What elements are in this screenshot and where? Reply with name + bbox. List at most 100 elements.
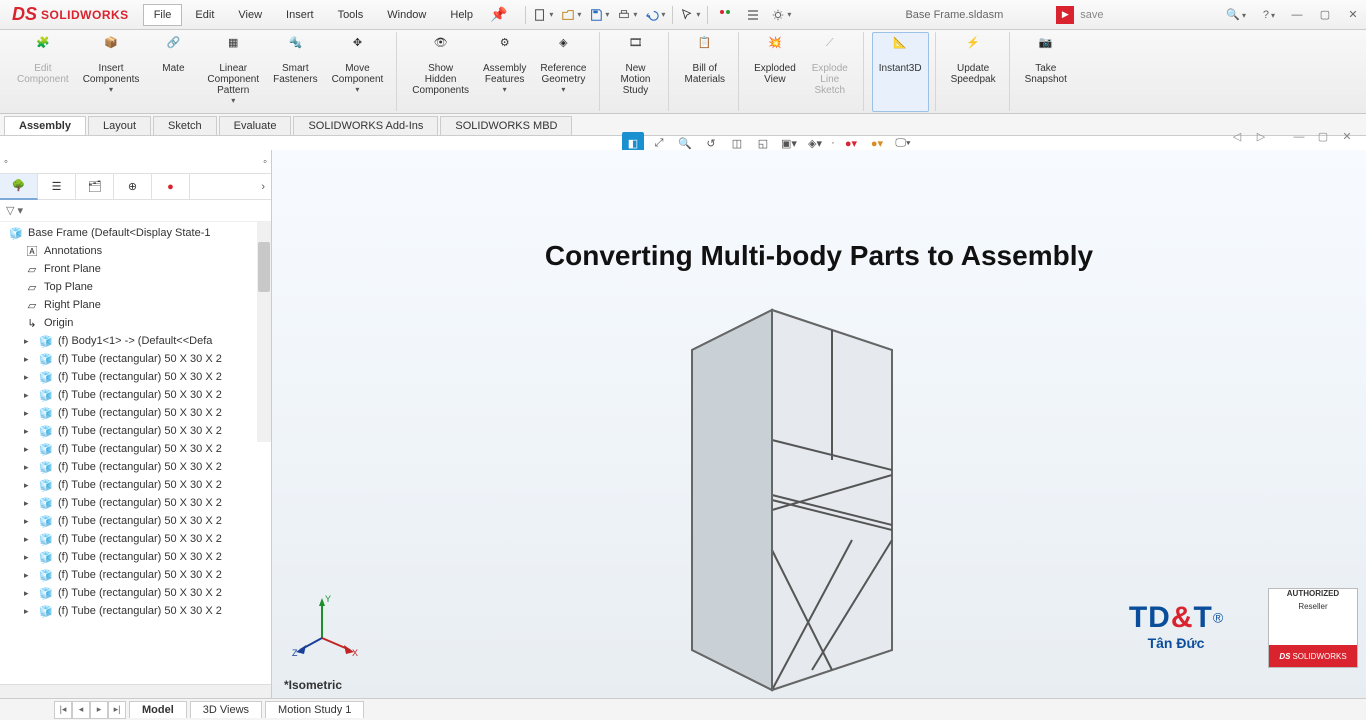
- tree-tube-item[interactable]: ▸🧊(f) Tube (rectangular) 50 X 30 X 2: [4, 530, 271, 548]
- tree-tube-item[interactable]: ▸🧊(f) Tube (rectangular) 50 X 30 X 2: [4, 458, 271, 476]
- exploded-view-button[interactable]: 💥Exploded View: [747, 32, 803, 112]
- part-icon: 🧊: [38, 567, 54, 583]
- tab-next[interactable]: ▸: [90, 701, 108, 719]
- tree-top-plane[interactable]: ▱Top Plane: [4, 278, 271, 296]
- linear-pattern-button[interactable]: ▦Linear Component Pattern▾: [200, 32, 266, 112]
- tree-hscrollbar[interactable]: [0, 684, 271, 698]
- menu-file[interactable]: File: [143, 4, 183, 26]
- tab-addins[interactable]: SOLIDWORKS Add-Ins: [293, 116, 438, 135]
- tree-body1[interactable]: ▸🧊(f) Body1<1> -> (Default<<Defa: [4, 332, 271, 350]
- tree-root[interactable]: 🧊Base Frame (Default<Display State-1: [4, 224, 271, 242]
- tab-prev[interactable]: ◂: [72, 701, 90, 719]
- configuration-tab[interactable]: 🗂: [76, 174, 114, 200]
- tree-tube-item[interactable]: ▸🧊(f) Tube (rectangular) 50 X 30 X 2: [4, 386, 271, 404]
- feature-manager-panel: ◦ ◦ 🌳 ☰ 🗂 ⊕ ● › ▽ ▾ 🧊Base Frame (Default…: [0, 150, 272, 698]
- select-button[interactable]: [679, 4, 701, 26]
- ribbon: 🧩Edit Component 📦Insert Components▾ 🔗Mat…: [0, 30, 1366, 114]
- bottom-tab-3dviews[interactable]: 3D Views: [190, 701, 262, 718]
- tree-tube-item[interactable]: ▸🧊(f) Tube (rectangular) 50 X 30 X 2: [4, 566, 271, 584]
- assembly-features-button[interactable]: ⚙Assembly Features▾: [476, 32, 533, 112]
- bill-of-materials-button[interactable]: 📋Bill of Materials: [677, 32, 732, 112]
- tree-scrollbar[interactable]: [257, 222, 271, 442]
- tab-layout[interactable]: Layout: [88, 116, 151, 135]
- update-speedpak-button[interactable]: ⚡Update Speedpak: [944, 32, 1003, 112]
- flyout-icon[interactable]: ◦: [263, 156, 267, 168]
- graphics-area[interactable]: Converting Multi-body Parts to Assembly: [272, 150, 1366, 698]
- bottom-tabs: |◂ ◂ ▸ ▸| Model 3D Views Motion Study 1: [0, 698, 1366, 720]
- menu-tools[interactable]: Tools: [327, 4, 375, 26]
- menu-help[interactable]: Help: [439, 4, 484, 26]
- tab-last[interactable]: ▸|: [108, 701, 126, 719]
- pin-icon[interactable]: 📌: [490, 6, 507, 23]
- history-icon[interactable]: ◦: [4, 156, 8, 168]
- search-input[interactable]: save: [1080, 9, 1220, 21]
- tree-right-plane[interactable]: ▱Right Plane: [4, 296, 271, 314]
- open-doc-button[interactable]: [560, 4, 582, 26]
- tree-tube-item[interactable]: ▸🧊(f) Tube (rectangular) 50 X 30 X 2: [4, 602, 271, 620]
- tree-tube-item[interactable]: ▸🧊(f) Tube (rectangular) 50 X 30 X 2: [4, 440, 271, 458]
- show-hidden-button[interactable]: 👁Show Hidden Components: [405, 32, 476, 112]
- feature-tree-tab[interactable]: 🌳: [0, 174, 38, 200]
- save-button[interactable]: [588, 4, 610, 26]
- tree-tube-item[interactable]: ▸🧊(f) Tube (rectangular) 50 X 30 X 2: [4, 512, 271, 530]
- property-manager-tab[interactable]: ☰: [38, 174, 76, 200]
- tree-filter[interactable]: ▽ ▾: [0, 200, 271, 222]
- tab-first[interactable]: |◂: [54, 701, 72, 719]
- move-component-button[interactable]: ✥Move Component▾: [325, 32, 391, 112]
- bottom-tab-model[interactable]: Model: [129, 701, 187, 718]
- tree-tube-item[interactable]: ▸🧊(f) Tube (rectangular) 50 X 30 X 2: [4, 404, 271, 422]
- tree-tube-item[interactable]: ▸🧊(f) Tube (rectangular) 50 X 30 X 2: [4, 350, 271, 368]
- tree-tube-item[interactable]: ▸🧊(f) Tube (rectangular) 50 X 30 X 2: [4, 584, 271, 602]
- take-snapshot-button[interactable]: 📷Take Snapshot: [1018, 32, 1074, 112]
- doc-restore-button[interactable]: ▢: [1314, 130, 1332, 143]
- tab-sketch[interactable]: Sketch: [153, 116, 217, 135]
- tab-mbd[interactable]: SOLIDWORKS MBD: [440, 116, 572, 135]
- next-doc-button[interactable]: ▷: [1252, 130, 1270, 143]
- mate-button[interactable]: 🔗Mate: [146, 32, 200, 112]
- manager-tabs: 🌳 ☰ 🗂 ⊕ ● ›: [0, 174, 271, 200]
- tree-annotations[interactable]: 🄰Annotations: [4, 242, 271, 260]
- tree-origin[interactable]: ↳Origin: [4, 314, 271, 332]
- tab-assembly[interactable]: Assembly: [4, 116, 86, 135]
- doc-minimize-button[interactable]: —: [1290, 131, 1308, 143]
- tree-tube-item[interactable]: ▸🧊(f) Tube (rectangular) 50 X 30 X 2: [4, 368, 271, 386]
- display-manager-tab[interactable]: ●: [152, 174, 190, 200]
- options-gear-button[interactable]: [770, 4, 792, 26]
- content-area: ◦ ◦ 🌳 ☰ 🗂 ⊕ ● › ▽ ▾ 🧊Base Frame (Default…: [0, 150, 1366, 698]
- insert-components-button[interactable]: 📦Insert Components▾: [76, 32, 147, 112]
- bottom-tab-motion[interactable]: Motion Study 1: [265, 701, 364, 718]
- help-button[interactable]: ?: [1260, 9, 1278, 21]
- tree-tube-item[interactable]: ▸🧊(f) Tube (rectangular) 50 X 30 X 2: [4, 422, 271, 440]
- menu-window[interactable]: Window: [376, 4, 437, 26]
- tree-tube-item[interactable]: ▸🧊(f) Tube (rectangular) 50 X 30 X 2: [4, 548, 271, 566]
- search-icon[interactable]: 🔍: [1226, 8, 1246, 21]
- reference-geometry-button[interactable]: ◈Reference Geometry▾: [533, 32, 593, 112]
- tree-front-plane[interactable]: ▱Front Plane: [4, 260, 271, 278]
- prev-doc-button[interactable]: ◁: [1228, 130, 1246, 143]
- rebuild-button[interactable]: [714, 4, 736, 26]
- new-doc-button[interactable]: [532, 4, 554, 26]
- part-icon: 🧊: [38, 585, 54, 601]
- search-play-icon[interactable]: ▶: [1056, 6, 1074, 24]
- undo-button[interactable]: [644, 4, 666, 26]
- expand-button[interactable]: ›: [190, 181, 271, 193]
- part-icon: 🧊: [38, 603, 54, 619]
- new-motion-study-button[interactable]: 🎞New Motion Study: [608, 32, 662, 112]
- minimize-button[interactable]: —: [1288, 9, 1306, 21]
- options-list-button[interactable]: [742, 4, 764, 26]
- menu-insert[interactable]: Insert: [275, 4, 325, 26]
- print-button[interactable]: [616, 4, 638, 26]
- doc-close-button[interactable]: ✕: [1338, 130, 1356, 143]
- tab-evaluate[interactable]: Evaluate: [219, 116, 292, 135]
- menu-view[interactable]: View: [227, 4, 273, 26]
- restore-button[interactable]: ▢: [1316, 8, 1334, 21]
- menu-edit[interactable]: Edit: [184, 4, 225, 26]
- app-name: SOLIDWORKS: [41, 8, 129, 22]
- smart-fasteners-button[interactable]: 🔩Smart Fasteners: [266, 32, 324, 112]
- part-icon: 🧊: [38, 477, 54, 493]
- close-button[interactable]: ✕: [1344, 8, 1362, 21]
- dimxpert-tab[interactable]: ⊕: [114, 174, 152, 200]
- instant3d-button[interactable]: 📐Instant3D: [872, 32, 929, 112]
- tree-tube-item[interactable]: ▸🧊(f) Tube (rectangular) 50 X 30 X 2: [4, 476, 271, 494]
- tree-tube-item[interactable]: ▸🧊(f) Tube (rectangular) 50 X 30 X 2: [4, 494, 271, 512]
